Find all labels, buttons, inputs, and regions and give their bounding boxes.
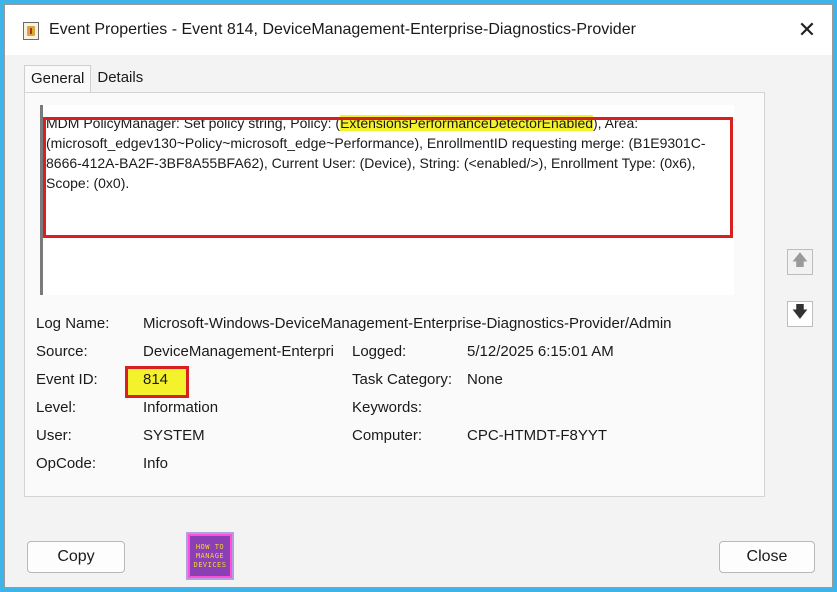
level-value: Information xyxy=(143,399,219,416)
copy-button[interactable]: Copy xyxy=(27,541,125,573)
logo-line: MANAGE xyxy=(195,551,225,560)
tab-strip: General Details xyxy=(24,65,149,93)
logo-line: DEVICES xyxy=(193,560,227,569)
logo-line: HOW TO xyxy=(195,542,225,551)
window-title: Event Properties - Event 814, DeviceMana… xyxy=(49,21,636,38)
task-category-value: None xyxy=(467,371,503,388)
tab-general[interactable]: General xyxy=(24,65,92,93)
user-value: SYSTEM xyxy=(143,427,205,444)
task-category-label: Task Category: xyxy=(352,371,453,388)
title-bar: Event Properties - Event 814, DeviceMana… xyxy=(5,5,832,55)
log-name-label: Log Name: xyxy=(36,315,110,332)
tab-details[interactable]: Details xyxy=(91,65,149,93)
scroll-down-arrow-icon[interactable]: 🡇 xyxy=(787,301,813,327)
log-name-value: Microsoft-Windows-DeviceManagement-Enter… xyxy=(143,315,672,332)
event-properties-window: Event Properties - Event 814, DeviceMana… xyxy=(4,4,833,588)
how-to-manage-devices-logo: HOW TO MANAGE DEVICES xyxy=(186,532,234,580)
source-value: DeviceManagement-Enterpri xyxy=(143,343,334,360)
event-id-label: Event ID: xyxy=(36,371,98,388)
level-label: Level: xyxy=(36,399,77,416)
logo-inner: HOW TO MANAGE DEVICES xyxy=(190,536,230,576)
opcode-label: OpCode: xyxy=(36,455,97,472)
event-description-box[interactable]: MDM PolicyManager: Set policy string, Po… xyxy=(40,105,734,295)
opcode-value: Info xyxy=(143,455,169,472)
event-viewer-icon xyxy=(23,22,39,40)
scroll-up-arrow-icon[interactable]: 🡅 xyxy=(787,249,813,275)
source-label: Source: xyxy=(36,343,88,360)
logged-value: 5/12/2025 6:15:01 AM xyxy=(467,343,614,360)
event-id-value: 814 xyxy=(143,371,169,388)
user-label: User: xyxy=(36,427,72,444)
computer-label: Computer: xyxy=(352,427,423,444)
close-window-button[interactable]: ✕ xyxy=(794,17,820,43)
keywords-label: Keywords: xyxy=(352,399,423,416)
computer-value: CPC-HTMDT-F8YYT xyxy=(467,427,607,444)
close-button[interactable]: Close xyxy=(719,541,815,573)
description-annotation-box xyxy=(43,117,733,238)
logged-label: Logged: xyxy=(352,343,407,360)
